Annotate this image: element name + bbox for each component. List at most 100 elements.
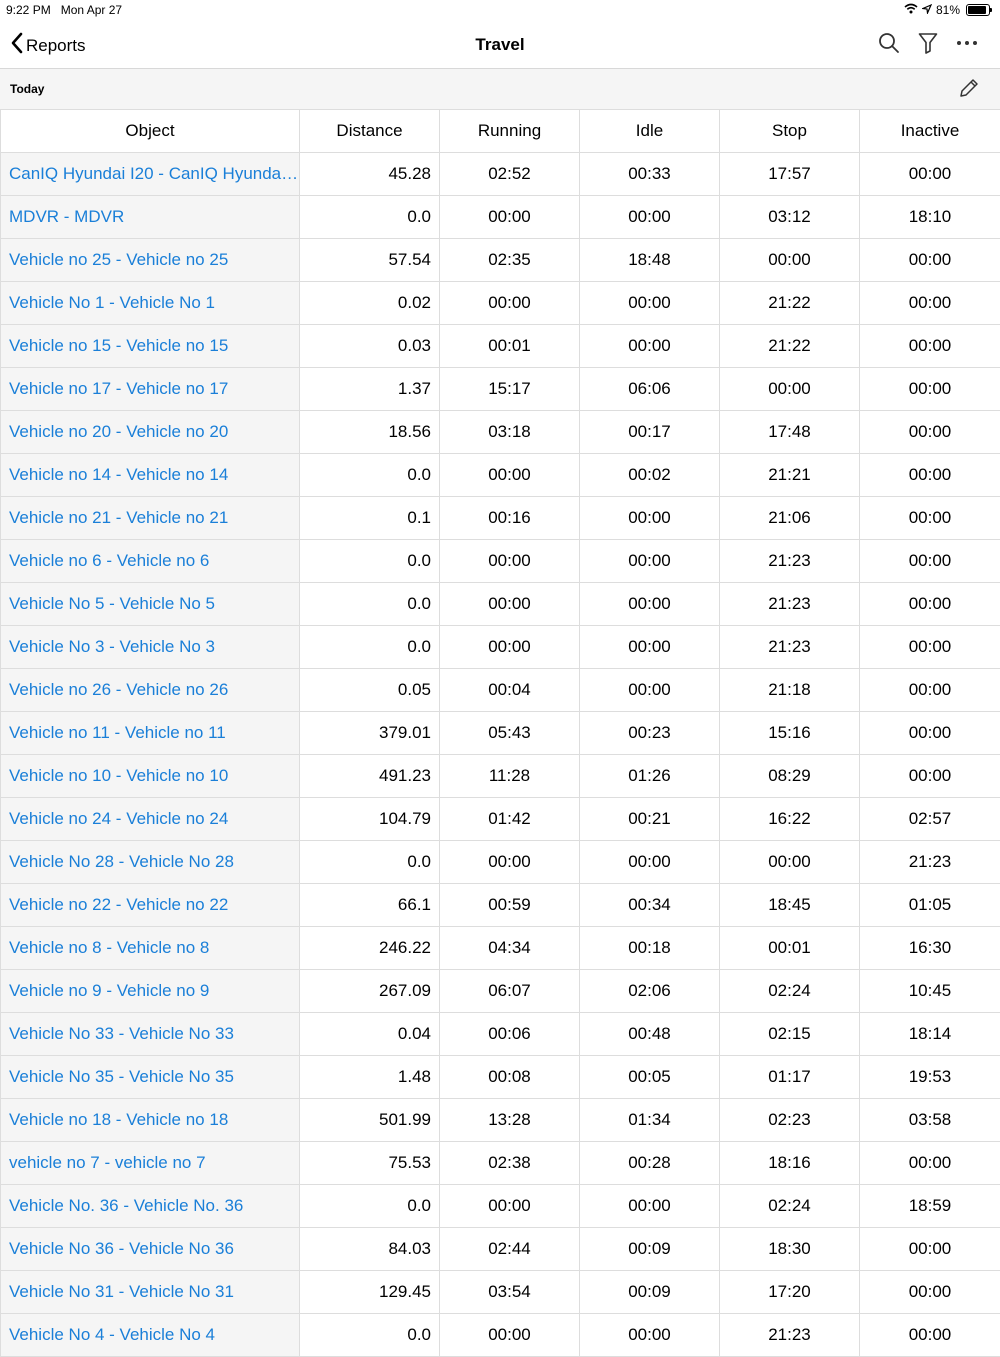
object-link[interactable]: Vehicle no 14 - Vehicle no 14 bbox=[1, 454, 300, 497]
cell-distance: 267.09 bbox=[300, 970, 440, 1013]
object-link[interactable]: Vehicle no 22 - Vehicle no 22 bbox=[1, 884, 300, 927]
cell-idle: 00:00 bbox=[580, 1314, 720, 1357]
object-link[interactable]: Vehicle No 28 - Vehicle No 28 bbox=[1, 841, 300, 884]
table-row[interactable]: Vehicle No 28 - Vehicle No 280.000:0000:… bbox=[1, 841, 1000, 884]
object-link[interactable]: Vehicle No 5 - Vehicle No 5 bbox=[1, 583, 300, 626]
object-link[interactable]: Vehicle no 17 - Vehicle no 17 bbox=[1, 368, 300, 411]
page-title: Travel bbox=[0, 35, 1000, 55]
cell-stop: 21:23 bbox=[720, 583, 860, 626]
table-row[interactable]: Vehicle No 33 - Vehicle No 330.0400:0600… bbox=[1, 1013, 1000, 1056]
table-row[interactable]: Vehicle No 1 - Vehicle No 10.0200:0000:0… bbox=[1, 282, 1000, 325]
object-link[interactable]: Vehicle no 26 - Vehicle no 26 bbox=[1, 669, 300, 712]
column-header-stop[interactable]: Stop bbox=[720, 110, 860, 153]
object-link[interactable]: Vehicle No 36 - Vehicle No 36 bbox=[1, 1228, 300, 1271]
table-row[interactable]: Vehicle No 31 - Vehicle No 31129.4503:54… bbox=[1, 1271, 1000, 1314]
table-row[interactable]: CanIQ Hyundai I20 - CanIQ Hyundai I2045.… bbox=[1, 153, 1000, 196]
cell-running: 00:01 bbox=[440, 325, 580, 368]
object-link[interactable]: Vehicle No 31 - Vehicle No 31 bbox=[1, 1271, 300, 1314]
object-link[interactable]: CanIQ Hyundai I20 - CanIQ Hyundai I20 bbox=[1, 153, 300, 196]
column-header-distance[interactable]: Distance bbox=[300, 110, 440, 153]
table-row[interactable]: Vehicle no 10 - Vehicle no 10491.2311:28… bbox=[1, 755, 1000, 798]
pencil-icon[interactable] bbox=[958, 77, 980, 104]
table-row[interactable]: MDVR - MDVR0.000:0000:0003:1218:10 bbox=[1, 196, 1000, 239]
cell-running: 04:34 bbox=[440, 927, 580, 970]
cell-inactive: 00:00 bbox=[860, 153, 1000, 196]
cell-idle: 00:00 bbox=[580, 626, 720, 669]
column-header-object[interactable]: Object bbox=[1, 110, 300, 153]
status-time-date: 9:22 PM Mon Apr 27 bbox=[6, 3, 122, 17]
cell-idle: 00:00 bbox=[580, 540, 720, 583]
battery-icon bbox=[966, 4, 990, 16]
object-link[interactable]: Vehicle no 21 - Vehicle no 21 bbox=[1, 497, 300, 540]
table-row[interactable]: Vehicle no 25 - Vehicle no 2557.5402:351… bbox=[1, 239, 1000, 282]
table-row[interactable]: Vehicle no 9 - Vehicle no 9267.0906:0702… bbox=[1, 970, 1000, 1013]
cell-idle: 06:06 bbox=[580, 368, 720, 411]
table-row[interactable]: Vehicle No 35 - Vehicle No 351.4800:0800… bbox=[1, 1056, 1000, 1099]
column-header-idle[interactable]: Idle bbox=[580, 110, 720, 153]
table-row[interactable]: Vehicle No 3 - Vehicle No 30.000:0000:00… bbox=[1, 626, 1000, 669]
object-link[interactable]: Vehicle no 11 - Vehicle no 11 bbox=[1, 712, 300, 755]
table-row[interactable]: Vehicle no 6 - Vehicle no 60.000:0000:00… bbox=[1, 540, 1000, 583]
object-link[interactable]: Vehicle no 6 - Vehicle no 6 bbox=[1, 540, 300, 583]
cell-idle: 00:00 bbox=[580, 325, 720, 368]
object-link[interactable]: Vehicle No 3 - Vehicle No 3 bbox=[1, 626, 300, 669]
filter-icon[interactable] bbox=[918, 32, 938, 54]
table-row[interactable]: Vehicle no 22 - Vehicle no 2266.100:5900… bbox=[1, 884, 1000, 927]
table-header-row: Object Distance Running Idle Stop Inacti… bbox=[1, 110, 1000, 153]
cell-running: 03:54 bbox=[440, 1271, 580, 1314]
cell-idle: 00:05 bbox=[580, 1056, 720, 1099]
table-row[interactable]: Vehicle no 14 - Vehicle no 140.000:0000:… bbox=[1, 454, 1000, 497]
cell-running: 00:16 bbox=[440, 497, 580, 540]
object-link[interactable]: Vehicle no 10 - Vehicle no 10 bbox=[1, 755, 300, 798]
table-row[interactable]: vehicle no 7 - vehicle no 775.5302:3800:… bbox=[1, 1142, 1000, 1185]
table-row[interactable]: Vehicle no 11 - Vehicle no 11379.0105:43… bbox=[1, 712, 1000, 755]
table-row[interactable]: Vehicle No 5 - Vehicle No 50.000:0000:00… bbox=[1, 583, 1000, 626]
cell-running: 06:07 bbox=[440, 970, 580, 1013]
table-row[interactable]: Vehicle No. 36 - Vehicle No. 360.000:000… bbox=[1, 1185, 1000, 1228]
search-icon[interactable] bbox=[878, 32, 900, 54]
cell-inactive: 00:00 bbox=[860, 712, 1000, 755]
object-link[interactable]: Vehicle no 8 - Vehicle no 8 bbox=[1, 927, 300, 970]
object-link[interactable]: Vehicle No 4 - Vehicle No 4 bbox=[1, 1314, 300, 1357]
cell-idle: 01:26 bbox=[580, 755, 720, 798]
cell-inactive: 16:30 bbox=[860, 927, 1000, 970]
table-row[interactable]: Vehicle no 26 - Vehicle no 260.0500:0400… bbox=[1, 669, 1000, 712]
table-row[interactable]: Vehicle No 36 - Vehicle No 3684.0302:440… bbox=[1, 1228, 1000, 1271]
object-link[interactable]: Vehicle no 18 - Vehicle no 18 bbox=[1, 1099, 300, 1142]
object-link[interactable]: vehicle no 7 - vehicle no 7 bbox=[1, 1142, 300, 1185]
object-link[interactable]: Vehicle no 24 - Vehicle no 24 bbox=[1, 798, 300, 841]
table-row[interactable]: Vehicle no 15 - Vehicle no 150.0300:0100… bbox=[1, 325, 1000, 368]
object-link[interactable]: Vehicle No 33 - Vehicle No 33 bbox=[1, 1013, 300, 1056]
table-row[interactable]: Vehicle no 8 - Vehicle no 8246.2204:3400… bbox=[1, 927, 1000, 970]
object-link[interactable]: Vehicle no 25 - Vehicle no 25 bbox=[1, 239, 300, 282]
column-header-running[interactable]: Running bbox=[440, 110, 580, 153]
cell-idle: 00:28 bbox=[580, 1142, 720, 1185]
cell-distance: 501.99 bbox=[300, 1099, 440, 1142]
cell-idle: 00:17 bbox=[580, 411, 720, 454]
cell-inactive: 00:00 bbox=[860, 755, 1000, 798]
table-row[interactable]: Vehicle no 21 - Vehicle no 210.100:1600:… bbox=[1, 497, 1000, 540]
table-row[interactable]: Vehicle No 4 - Vehicle No 40.000:0000:00… bbox=[1, 1314, 1000, 1357]
table-row[interactable]: Vehicle no 18 - Vehicle no 18501.9913:28… bbox=[1, 1099, 1000, 1142]
table-row[interactable]: Vehicle no 20 - Vehicle no 2018.5603:180… bbox=[1, 411, 1000, 454]
cell-inactive: 00:00 bbox=[860, 1228, 1000, 1271]
object-link[interactable]: Vehicle no 20 - Vehicle no 20 bbox=[1, 411, 300, 454]
object-link[interactable]: Vehicle No. 36 - Vehicle No. 36 bbox=[1, 1185, 300, 1228]
cell-running: 00:00 bbox=[440, 583, 580, 626]
cell-running: 02:44 bbox=[440, 1228, 580, 1271]
cell-distance: 1.37 bbox=[300, 368, 440, 411]
cell-stop: 00:01 bbox=[720, 927, 860, 970]
cell-inactive: 00:00 bbox=[860, 325, 1000, 368]
nav-actions bbox=[878, 32, 978, 54]
object-link[interactable]: MDVR - MDVR bbox=[1, 196, 300, 239]
cell-stop: 01:17 bbox=[720, 1056, 860, 1099]
table-row[interactable]: Vehicle no 24 - Vehicle no 24104.7901:42… bbox=[1, 798, 1000, 841]
object-link[interactable]: Vehicle no 9 - Vehicle no 9 bbox=[1, 970, 300, 1013]
table-row[interactable]: Vehicle no 17 - Vehicle no 171.3715:1706… bbox=[1, 368, 1000, 411]
more-icon[interactable] bbox=[956, 40, 978, 46]
column-header-inactive[interactable]: Inactive bbox=[860, 110, 1000, 153]
object-link[interactable]: Vehicle No 35 - Vehicle No 35 bbox=[1, 1056, 300, 1099]
object-link[interactable]: Vehicle no 15 - Vehicle no 15 bbox=[1, 325, 300, 368]
cell-running: 05:43 bbox=[440, 712, 580, 755]
object-link[interactable]: Vehicle No 1 - Vehicle No 1 bbox=[1, 282, 300, 325]
